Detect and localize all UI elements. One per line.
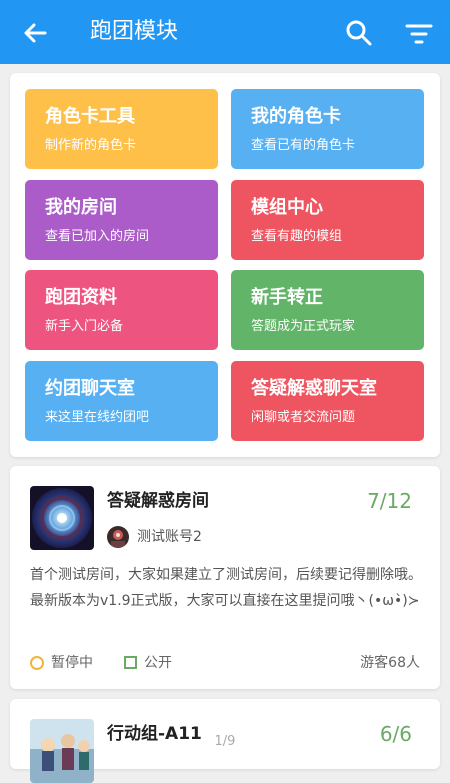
tile-title: 我的房间 [45,197,117,218]
tile-newbie-promotion[interactable]: 新手转正 答题成为正式玩家 [231,270,424,350]
tile-subtitle: 查看有趣的模组 [251,229,343,244]
tile-group-chatroom[interactable]: 约团聊天室 来这里在线约团吧 [25,361,218,441]
room-description: 首个测试房间，大家如果建立了测试房间，后续要记得删除哦。最新版本为v1.9正式版… [30,567,422,609]
paused-status-icon [30,656,44,670]
tile-qa-chatroom[interactable]: 答疑解惑聊天室 闲聊或者交流问题 [231,361,424,441]
room-card[interactable]: 答疑解惑房间 7/12 测试账号2 首个测试房间，大家如果建立了测试房间，后续要… [10,466,440,689]
visitor-count: 游客68人 [360,655,420,671]
room-visibility: 公开 [144,655,172,671]
room-name: 答疑解惑房间 [107,491,209,511]
module-grid: 角色卡工具 制作新的角色卡 我的角色卡 查看已有的角色卡 我的房间 查看已加入的… [10,73,440,457]
page-title: 跑团模块 [90,19,179,44]
tile-title: 角色卡工具 [45,106,135,127]
tile-subtitle: 来这里在线约团吧 [45,410,150,425]
tile-subtitle: 查看已加入的房间 [45,229,150,244]
tile-subtitle: 闲聊或者交流问题 [251,410,356,425]
tile-title: 新手转正 [251,287,323,308]
tile-subtitle: 查看已有的角色卡 [251,138,356,153]
tile-title: 跑团资料 [45,287,117,308]
tile-title: 约团聊天室 [45,378,135,399]
room-member-count: 7/12 [367,489,412,513]
avatar [107,526,129,548]
tile-my-rooms[interactable]: 我的房间 查看已加入的房间 [25,180,218,260]
search-icon[interactable] [344,18,374,48]
tile-title: 答疑解惑聊天室 [251,378,377,399]
room-thumbnail [30,719,94,783]
app-bar: 跑团模块 [0,0,450,64]
tile-title: 我的角色卡 [251,106,341,127]
owner-name: 测试账号2 [137,529,202,545]
room-status: 暂停中 [51,655,93,671]
tile-character-card-tool[interactable]: 角色卡工具 制作新的角色卡 [25,89,218,169]
tile-my-character-cards[interactable]: 我的角色卡 查看已有的角色卡 [231,89,424,169]
room-thumbnail [30,486,94,550]
arrow-left-icon[interactable] [20,18,50,48]
tile-subtitle: 制作新的角色卡 [45,138,137,153]
tile-subtitle: 答题成为正式玩家 [251,319,356,334]
tile-subtitle: 新手入门必备 [45,319,124,334]
tile-module-center[interactable]: 模组中心 查看有趣的模组 [231,180,424,260]
page-indicator: 1/9 [214,734,236,749]
filter-icon[interactable] [404,20,434,48]
room-footer: 暂停中 公开 游客68人 [30,653,420,675]
tile-trpg-resources[interactable]: 跑团资料 新手入门必备 [25,270,218,350]
tile-title: 模组中心 [251,197,323,218]
public-status-icon [124,656,137,669]
